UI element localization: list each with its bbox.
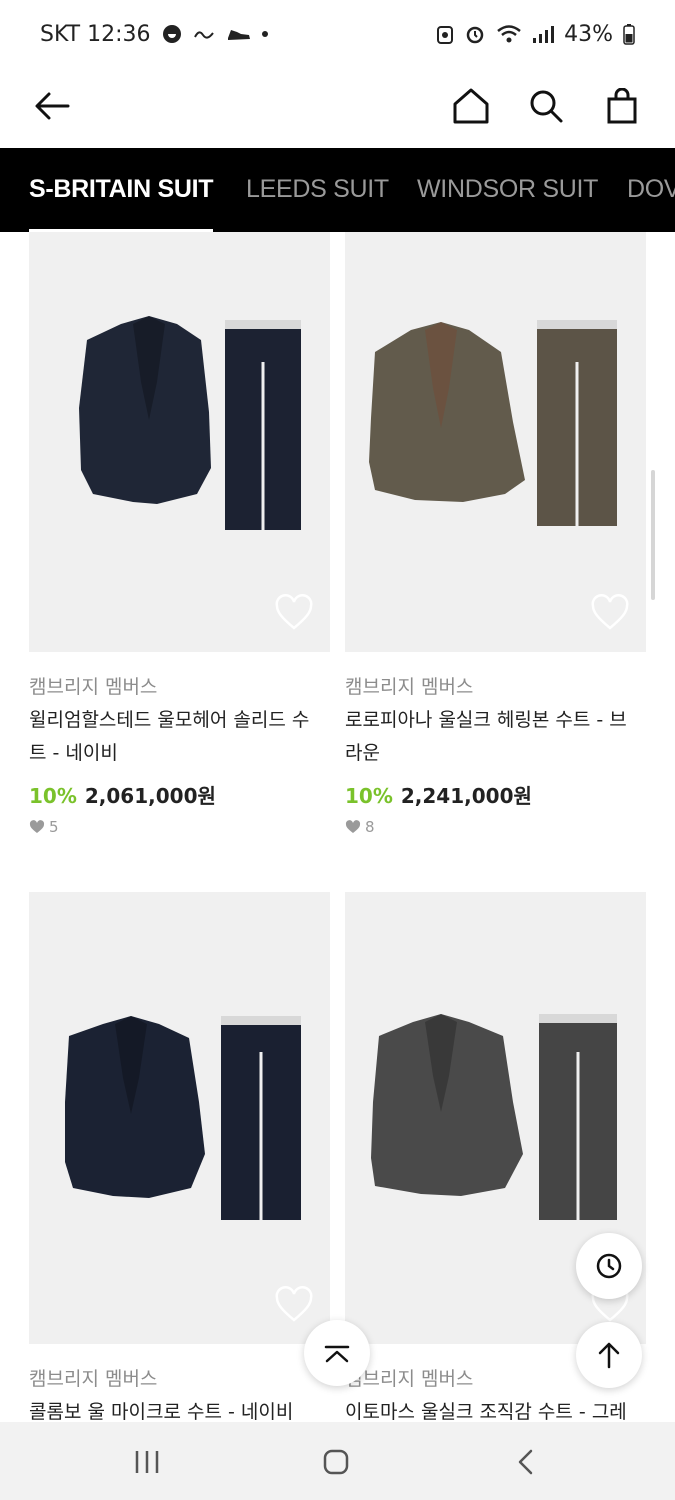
- heart-filled-icon: [345, 820, 361, 833]
- back-nav-button[interactable]: [503, 1440, 547, 1484]
- tab-windsor-suit[interactable]: WINDSOR SUIT: [417, 148, 598, 232]
- product-grid: 캠브리지 멤버스 윌리엄할스테드 울모헤어 솔리드 수트 - 네이비 10% 2,…: [0, 232, 675, 1422]
- discount-rate: 10%: [29, 784, 77, 808]
- tab-label: S-BRITAIN SUIT: [29, 175, 214, 203]
- cart-button[interactable]: [596, 82, 648, 134]
- tab-label: WINDSOR SUIT: [417, 175, 599, 203]
- product-card[interactable]: 캠브리지 멤버스 콜롬보 울 마이크로 수트 - 네이비: [29, 892, 330, 1422]
- suit-illustration: [369, 320, 617, 526]
- like-count: 5: [29, 818, 59, 836]
- heart-filled-icon: [29, 820, 45, 833]
- like-count: 8: [345, 818, 375, 836]
- product-name[interactable]: 콜롬보 울 마이크로 수트 - 네이비: [29, 1396, 319, 1422]
- search-icon: [528, 88, 564, 128]
- app-header: [0, 68, 675, 148]
- tab-leeds-suit[interactable]: LEEDS SUIT: [246, 148, 389, 232]
- arrow-left-icon: [34, 91, 70, 125]
- battery-saver-icon: [436, 24, 454, 44]
- shoe-app-icon: [227, 26, 251, 42]
- home-icon: [452, 88, 490, 128]
- tab-label: LEEDS SUIT: [246, 175, 389, 203]
- heart-icon: [275, 1286, 313, 1322]
- status-left: SKT 12:36: [40, 22, 269, 47]
- like-count-value: 8: [365, 818, 375, 836]
- tab-label: DOV: [627, 175, 675, 203]
- product-image[interactable]: [345, 232, 646, 652]
- product-image[interactable]: [29, 232, 330, 652]
- product-name[interactable]: 이토마스 울실크 조직감 수트 - 그레: [345, 1396, 635, 1422]
- more-notifications-dot-icon: [261, 30, 269, 38]
- home-button[interactable]: [445, 82, 497, 134]
- heart-icon: [275, 594, 313, 630]
- shopping-bag-icon: [606, 87, 638, 128]
- recent-apps-icon: [135, 1451, 159, 1473]
- carrier-time: SKT 12:36: [40, 21, 151, 47]
- wishlist-button[interactable]: [274, 1286, 314, 1326]
- arrow-up-icon: [598, 1342, 620, 1369]
- chevron-up-icon: [324, 1345, 350, 1363]
- tab-s-britain-suit[interactable]: S-BRITAIN SUIT: [29, 148, 214, 232]
- product-brand: 캠브리지 멤버스: [29, 676, 158, 698]
- signal-icon: [532, 24, 555, 44]
- price-row: 10% 2,241,000원: [345, 780, 532, 809]
- product-price: 2,241,000원: [400, 784, 532, 808]
- battery-percent: 43%: [564, 21, 613, 47]
- search-button[interactable]: [520, 82, 572, 134]
- product-brand: 캠브리지 멤버스: [29, 1368, 158, 1390]
- product-card[interactable]: 캠브리지 멤버스 윌리엄할스테드 울모헤어 솔리드 수트 - 네이비 10% 2,…: [29, 232, 330, 836]
- product-image[interactable]: [29, 892, 330, 1344]
- wishlist-button[interactable]: [274, 594, 314, 634]
- scrollbar[interactable]: [651, 470, 655, 600]
- home-circle-icon: [323, 1449, 349, 1475]
- back-chevron-icon: [518, 1449, 533, 1475]
- recently-viewed-button[interactable]: [576, 1233, 642, 1299]
- status-bar: SKT 12:36 43%: [0, 0, 675, 68]
- battery-icon: [623, 23, 635, 45]
- scroll-to-top-button[interactable]: [576, 1322, 642, 1388]
- do-not-disturb-icon: [161, 23, 183, 45]
- suit-illustration: [79, 316, 301, 530]
- clock-icon: [596, 1253, 622, 1279]
- back-button[interactable]: [26, 82, 78, 134]
- product-price: 2,061,000원: [84, 784, 216, 808]
- alarm-icon: [464, 23, 486, 45]
- suit-illustration: [65, 1016, 301, 1220]
- product-name[interactable]: 윌리엄할스테드 울모헤어 솔리드 수트 - 네이비: [29, 704, 319, 770]
- recent-apps-button[interactable]: [125, 1440, 169, 1484]
- wifi-icon: [496, 24, 522, 44]
- wishlist-button[interactable]: [590, 594, 630, 634]
- product-card[interactable]: 캠브리지 멤버스 로로피아나 울실크 헤링본 수트 - 브라운 10% 2,241…: [345, 232, 646, 836]
- system-nav-bar: [0, 1422, 675, 1500]
- discount-rate: 10%: [345, 784, 393, 808]
- collapse-button[interactable]: [304, 1320, 370, 1386]
- home-nav-button[interactable]: [314, 1440, 358, 1484]
- product-brand: 캠브리지 멤버스: [345, 676, 474, 698]
- category-tabs: S-BRITAIN SUIT LEEDS SUIT WINDSOR SUIT D…: [0, 148, 675, 232]
- tab-dov[interactable]: DOV: [627, 148, 675, 232]
- product-name[interactable]: 로로피아나 울실크 헤링본 수트 - 브라운: [345, 704, 635, 770]
- like-count-value: 5: [49, 818, 59, 836]
- price-row: 10% 2,061,000원: [29, 780, 216, 809]
- notification-icon: [193, 27, 217, 41]
- status-right: 43%: [436, 22, 635, 47]
- heart-icon: [591, 594, 629, 630]
